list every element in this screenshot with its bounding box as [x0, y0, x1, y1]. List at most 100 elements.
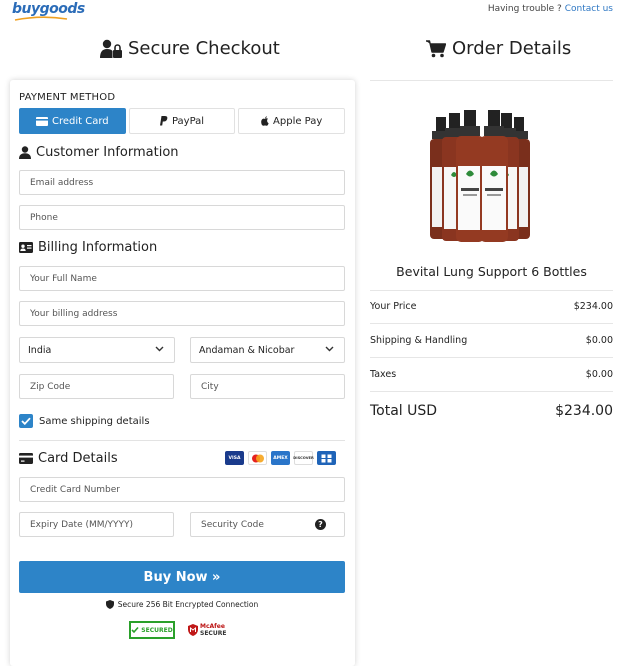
tab-apple-pay-label: Apple Pay — [273, 115, 323, 127]
order-details-divider — [370, 80, 613, 81]
buy-now-button[interactable]: Buy Now » — [19, 561, 345, 593]
checkmark-icon — [21, 417, 31, 425]
taxes-row: Taxes $0.00 — [370, 369, 613, 380]
mcafee-line1: McAfee — [200, 623, 225, 630]
card-details-heading: Card Details — [19, 451, 118, 466]
check-shield-icon — [131, 626, 139, 634]
same-shipping-label: Same shipping details — [39, 415, 150, 427]
card-number-placeholder: Credit Card Number — [30, 484, 120, 495]
city-field[interactable]: City — [190, 374, 345, 399]
top-bar: buygoods Having trouble ? Contact us — [0, 0, 621, 24]
city-placeholder: City — [201, 381, 219, 392]
product-name: Bevital Lung Support 6 Bottles — [396, 264, 587, 279]
security-badges: SECURED McAfee SECURE — [129, 621, 230, 639]
shopping-cart-icon — [426, 39, 446, 57]
visa-icon: VISA — [225, 451, 244, 465]
jcb-icon — [317, 451, 336, 465]
security-code-placeholder: Security Code — [201, 519, 264, 530]
jcb-grid-icon — [321, 454, 332, 462]
chevron-down-icon — [325, 346, 334, 352]
card-number-field[interactable]: Credit Card Number — [19, 477, 345, 502]
billing-address-placeholder: Your billing address — [30, 308, 118, 319]
credit-card-icon — [19, 453, 33, 464]
logo-swoosh-icon — [14, 16, 68, 21]
amex-icon: AMEX — [271, 451, 290, 465]
visa-logo-text: VISA — [228, 455, 241, 461]
summary-divider — [370, 290, 613, 291]
summary-divider — [370, 323, 613, 324]
secure-checkout-title: Secure Checkout — [128, 38, 280, 59]
email-field[interactable]: Email address — [19, 170, 345, 195]
user-icon — [19, 146, 31, 159]
taxes-value: $0.00 — [585, 369, 613, 380]
tab-credit-card[interactable]: Credit Card — [19, 108, 126, 134]
total-label: Total USD — [370, 403, 438, 419]
total-row: Total USD $234.00 — [370, 403, 613, 419]
shipping-value: $0.00 — [585, 335, 613, 346]
mcafee-text: McAfee SECURE — [200, 623, 226, 637]
expiry-date-field[interactable]: Expiry Date (MM/YYYY) — [19, 512, 174, 537]
card-details-title: Card Details — [38, 451, 118, 466]
section-divider — [19, 440, 345, 441]
mastercard-icon — [248, 451, 267, 465]
billing-address-field[interactable]: Your billing address — [19, 301, 345, 326]
email-placeholder: Email address — [30, 177, 94, 188]
zip-code-field[interactable]: Zip Code — [19, 374, 174, 399]
shipping-row: Shipping & Handling $0.00 — [370, 335, 613, 346]
apple-icon — [261, 116, 269, 126]
secure-checkout-heading: Secure Checkout — [100, 38, 280, 59]
billing-information-title: Billing Information — [38, 240, 158, 255]
help-contact: Having trouble ? Contact us — [488, 4, 613, 14]
secured-badge-text: SECURED — [141, 626, 173, 634]
summary-divider — [370, 391, 613, 392]
mcafee-line2: SECURE — [200, 630, 227, 637]
user-lock-icon — [100, 39, 122, 58]
payment-method-label: PAYMENT METHOD — [19, 92, 116, 103]
tab-credit-card-label: Credit Card — [52, 115, 109, 127]
contact-us-link[interactable]: Contact us — [565, 4, 613, 14]
same-shipping-row[interactable]: Same shipping details — [19, 414, 150, 428]
price-label: Your Price — [370, 301, 417, 312]
zip-code-placeholder: Zip Code — [30, 381, 71, 392]
state-select[interactable]: Andaman & Nicobar — [190, 337, 345, 363]
billing-information-heading: Billing Information — [19, 240, 157, 255]
full-name-field[interactable]: Your Full Name — [19, 266, 345, 291]
customer-information-title: Customer Information — [36, 145, 179, 160]
mcafee-shield-icon — [188, 624, 198, 636]
same-shipping-checkbox[interactable] — [19, 414, 33, 428]
amex-logo-text: AMEX — [273, 455, 288, 461]
buygoods-logo[interactable]: buygoods — [12, 1, 85, 21]
discover-logo-text: DISCOVER — [293, 456, 314, 460]
full-name-placeholder: Your Full Name — [30, 273, 97, 284]
tab-apple-pay[interactable]: Apple Pay — [238, 108, 346, 134]
secured-badge: SECURED — [129, 621, 175, 639]
security-code-field[interactable]: Security Code ? — [190, 512, 345, 537]
expiry-date-placeholder: Expiry Date (MM/YYYY) — [30, 519, 134, 530]
customer-information-heading: Customer Information — [19, 145, 179, 160]
tab-paypal-label: PayPal — [171, 115, 205, 127]
bottle-group — [430, 110, 530, 242]
order-details-heading: Order Details — [426, 38, 571, 59]
country-value: India — [28, 344, 52, 356]
question-circle-icon[interactable]: ? — [315, 519, 326, 530]
secure-connection-text: Secure 256 Bit Encrypted Connection — [117, 600, 259, 609]
logo-text: buygoods — [12, 1, 85, 17]
price-value: $234.00 — [573, 301, 613, 312]
product-image — [430, 110, 530, 242]
id-card-icon — [19, 242, 33, 253]
total-value: $234.00 — [555, 403, 613, 419]
chevron-down-icon — [155, 346, 164, 352]
trouble-text: Having trouble ? — [487, 4, 562, 14]
summary-divider — [370, 357, 613, 358]
phone-placeholder: Phone — [30, 212, 58, 223]
tab-paypal[interactable]: PayPal — [128, 108, 236, 134]
phone-field[interactable]: Phone — [19, 205, 345, 230]
payment-method-tabs: Credit Card PayPal Apple Pay — [19, 108, 346, 134]
accepted-cards: VISA AMEX DISCOVER — [225, 451, 336, 465]
country-select[interactable]: India — [19, 337, 175, 363]
mastercard-circles-icon — [251, 454, 264, 462]
taxes-label: Taxes — [370, 369, 397, 380]
state-value: Andaman & Nicobar — [199, 344, 295, 356]
paypal-icon — [159, 116, 168, 126]
secure-connection-note: Secure 256 Bit Encrypted Connection — [19, 600, 345, 609]
